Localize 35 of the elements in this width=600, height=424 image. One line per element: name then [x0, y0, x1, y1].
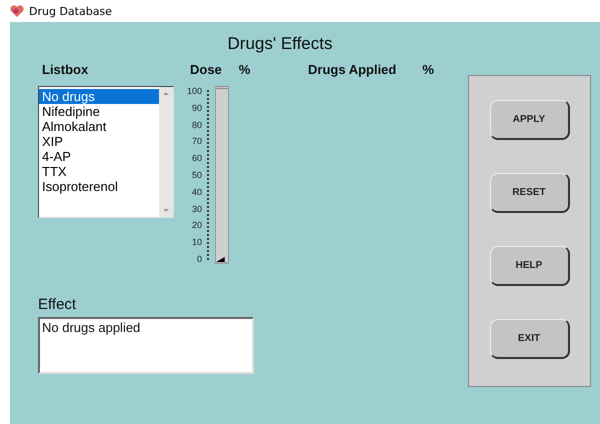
list-item[interactable]: XIP — [39, 134, 159, 149]
applied-label: Drugs Applied — [308, 62, 396, 79]
slider-thumb[interactable] — [216, 256, 228, 263]
scale-label: 20 — [190, 220, 202, 230]
scale-label: 40 — [190, 186, 202, 197]
effect-field[interactable]: No drugs applied — [38, 317, 254, 374]
scrollbar[interactable] — [159, 87, 173, 217]
action-button[interactable]: RESET — [490, 173, 570, 213]
window-title: Drug Database — [29, 4, 112, 18]
listbox-label: Listbox — [41, 62, 90, 79]
dose-label: Dose — [190, 62, 222, 79]
scale-label: 50 — [190, 170, 202, 180]
list-item[interactable]: No drugs — [39, 89, 159, 104]
list-item[interactable]: Almokalant — [39, 119, 159, 134]
list-item[interactable]: 4-AP — [39, 149, 159, 164]
list-item[interactable]: TTX — [39, 164, 159, 179]
scale-label: 90 — [190, 102, 202, 113]
page-heading: Drugs' Effects — [226, 34, 334, 54]
scale-label: 100 — [186, 86, 202, 96]
scale-label: 60 — [190, 153, 202, 164]
action-button[interactable]: APPLY — [490, 100, 570, 140]
dose-slider[interactable] — [215, 86, 229, 264]
list-item[interactable]: Isoproterenol — [39, 179, 159, 194]
action-button[interactable]: HELP — [490, 246, 570, 286]
dose-unit: % — [238, 62, 250, 79]
applied-unit: % — [422, 62, 434, 79]
scale-label: 80 — [190, 120, 202, 130]
effect-label: Effect — [38, 296, 78, 313]
scale-label: 70 — [190, 136, 202, 146]
list-item[interactable]: Nifedipine — [39, 104, 159, 119]
action-button[interactable]: EXIT — [490, 319, 570, 359]
scale-label: 30 — [190, 204, 202, 214]
scale-label: 0 — [196, 254, 202, 264]
app-icon — [10, 4, 24, 18]
scale-label: 10 — [190, 237, 202, 248]
